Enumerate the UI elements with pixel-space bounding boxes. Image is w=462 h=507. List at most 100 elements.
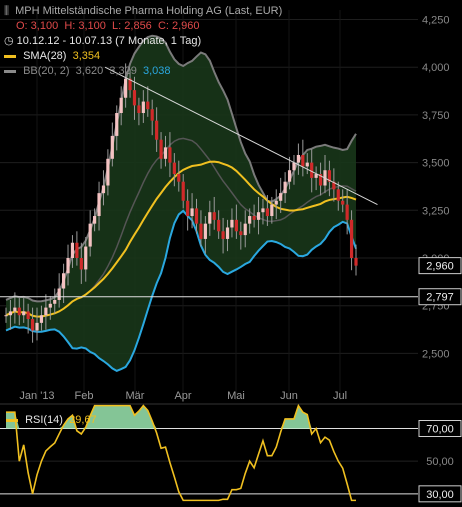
y-tick-label: 2,500 <box>422 348 450 360</box>
candle-body <box>292 162 296 171</box>
candle-body <box>186 200 190 217</box>
clock-icon: ◷ <box>4 35 14 47</box>
candle-body <box>305 162 309 167</box>
candle-body <box>194 208 199 224</box>
sma-swatch-icon <box>4 54 16 58</box>
candle-body <box>341 200 345 205</box>
candle-body <box>4 315 8 317</box>
sma-label: SMA(28) <box>23 50 67 62</box>
rsi-tick-label: 30,00 <box>426 489 454 501</box>
candle-body <box>177 174 181 182</box>
candle-body <box>13 307 17 312</box>
candle-body <box>252 216 256 220</box>
candle-body <box>101 185 106 194</box>
candle-body <box>301 154 305 167</box>
ohlc-high: H: 3,100 <box>64 20 106 32</box>
x-tick-label: Mai <box>227 390 245 402</box>
rsi-tick-label: 50,00 <box>426 456 454 468</box>
candle-body <box>345 204 349 220</box>
bb-label: BB(20, 2) <box>23 65 70 77</box>
candle-body <box>287 170 292 182</box>
candle-body <box>243 223 247 236</box>
candle-body <box>349 219 354 258</box>
candle-body <box>230 219 234 228</box>
candle-body <box>26 311 30 320</box>
candle-body <box>75 242 79 258</box>
y-tick-label: 3,750 <box>422 110 450 122</box>
x-tick-label: Apr <box>174 390 191 402</box>
x-tick-label: Jan '13 <box>19 390 54 402</box>
x-tick-label: Mär <box>126 390 145 402</box>
candle-body <box>66 258 70 274</box>
candle-body <box>70 242 75 258</box>
bb-upper: 3,620 <box>75 65 104 77</box>
ohlc-open: O: 3,100 <box>16 20 59 32</box>
ohlc-close: C: 2,960 <box>157 20 200 32</box>
candle-body <box>336 189 340 201</box>
candle-body <box>84 246 88 270</box>
candle-body <box>53 299 57 304</box>
candle-body <box>146 101 150 110</box>
candle-body <box>274 200 278 205</box>
x-tick-label: Jul <box>333 390 347 402</box>
x-tick-label: Feb <box>75 390 94 402</box>
candle-body <box>234 219 238 232</box>
candle-body <box>283 181 287 194</box>
candle-body <box>17 307 21 316</box>
bb-swatch-icon <box>4 69 16 73</box>
candle-body <box>225 227 230 239</box>
candle-body <box>168 147 172 163</box>
rsi-tick-label: 70,00 <box>426 424 454 436</box>
candle-body <box>190 208 194 217</box>
rsi-swatch-icon <box>6 418 18 422</box>
candle-body <box>163 147 168 159</box>
candle-body <box>79 258 83 270</box>
bb-lower: 3,038 <box>142 65 171 77</box>
candle-body <box>132 90 137 106</box>
price-marker-label: 2,960 <box>426 261 454 273</box>
candle-body <box>88 223 92 247</box>
candle-body <box>97 193 101 217</box>
candle-body <box>137 105 141 114</box>
chart-type-icon: ⫼ <box>4 5 10 17</box>
candle-body <box>115 113 119 136</box>
candle-body <box>30 319 35 331</box>
candle-body <box>57 288 61 300</box>
candle-body <box>217 219 221 232</box>
candle-body <box>256 212 261 220</box>
y-tick-label: 4,250 <box>422 15 450 27</box>
candle-body <box>265 208 269 217</box>
candle-body <box>8 311 13 316</box>
candle-body <box>39 315 44 323</box>
candle-body <box>35 322 39 331</box>
bb-mid: 3,329 <box>109 65 137 77</box>
candle-body <box>172 162 176 175</box>
candle-body <box>239 231 243 236</box>
candle-body <box>159 139 163 159</box>
rsi-legend: RSI(14) 29,67 <box>6 414 97 426</box>
y-tick-label: 3,250 <box>422 205 450 217</box>
candle-body <box>270 204 274 217</box>
period-range: 10.12.12 - 10.07.13 (7 Monate, 1 Tag) <box>16 35 202 47</box>
candle-body <box>141 101 145 114</box>
chart-title: MPH Mittelständische Pharma Holding AG (… <box>15 5 283 17</box>
candle-body <box>181 181 185 201</box>
candle-body <box>44 307 48 316</box>
candle-body <box>110 135 114 159</box>
candle-body <box>279 193 283 201</box>
candle-body <box>248 216 252 224</box>
rsi-value: 29,67 <box>69 414 97 426</box>
rsi-label: RSI(14) <box>25 414 63 426</box>
price-marker-label: 2,797 <box>426 292 454 304</box>
candle-body <box>203 223 207 239</box>
sma-value: 3,354 <box>72 50 101 62</box>
candle-body <box>354 258 358 266</box>
candle-body <box>150 109 154 121</box>
ohlc-low: L: 2,856 <box>112 20 152 32</box>
candle-body <box>199 223 203 239</box>
candle-body <box>119 97 123 114</box>
candle-body <box>106 158 110 186</box>
candle-body <box>310 162 314 178</box>
candle-body <box>261 208 265 213</box>
x-tick-label: Jun <box>280 390 298 402</box>
